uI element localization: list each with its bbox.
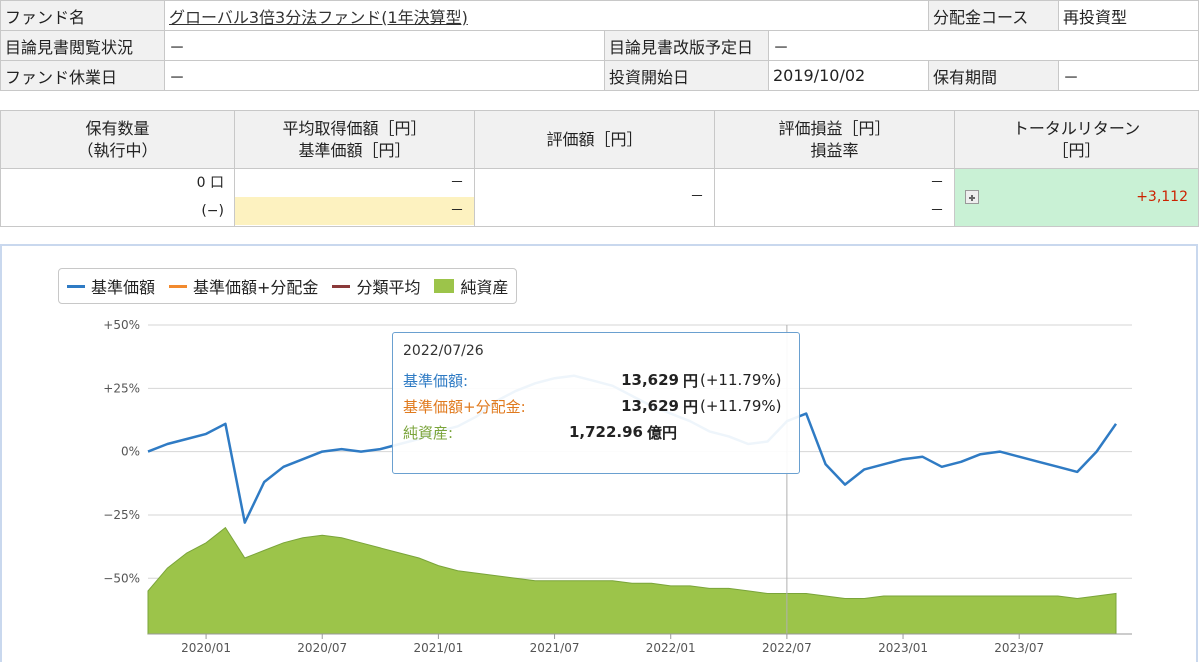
prospectus-revision-label: 目論見書改版予定日: [604, 30, 769, 61]
legend-item-net-assets[interactable]: 純資産: [434, 274, 508, 298]
total-return-cell: +3,112: [954, 168, 1199, 227]
legend-line-icon: [169, 284, 188, 288]
prospectus-status-value: －: [164, 30, 605, 61]
x-tick-label: 2021/01: [413, 641, 463, 655]
legend-line-icon: [332, 284, 351, 288]
fund-name-link[interactable]: グローバル3倍3分法ファンド(1年決算型): [169, 8, 468, 27]
legend-item-category-avg[interactable]: 分類平均: [332, 274, 420, 298]
fund-name-label: ファンド名: [0, 0, 165, 31]
chart-tooltip: 2022/07/26 基準価額: 13,629 円 (+11.79%) 基準価額…: [392, 332, 800, 474]
x-tick-label: 2023/07: [994, 641, 1044, 655]
total-return-header: トータルリターン ［円］: [954, 110, 1199, 169]
chart-legend: 基準価額 基準価額+分配金 分類平均 純資産: [58, 268, 518, 304]
x-tick-label: 2020/07: [297, 641, 347, 655]
tooltip-row-nav: 基準価額: 13,629 円 (+11.79%): [403, 371, 782, 390]
x-tick-label: 2020/01: [181, 641, 231, 655]
x-tick-label: 2022/07: [762, 641, 812, 655]
holiday-value: －: [164, 60, 605, 91]
y-tick-label: +50%: [103, 318, 140, 332]
fund-info-table: ファンド名 グローバル3倍3分法ファンド(1年決算型) 分配金コース 再投資型 …: [0, 0, 1200, 91]
chart-panel: +50% +25% 0% −25% −50% 2020/01 2020/07 2021/01 2…: [0, 244, 1198, 662]
start-date-label: 投資開始日: [604, 60, 769, 91]
y-tick-label: −25%: [103, 508, 140, 522]
y-tick-label: 0%: [121, 445, 140, 459]
holdings-table: 保有数量 （執行中） 平均取得価額［円］ 基準価額［円］ 評価額［円］ 評価損益［円…: [0, 110, 1199, 227]
holiday-label: ファンド休業日: [0, 60, 165, 91]
pnl-header: 評価損益［円］ 損益率: [714, 110, 955, 169]
prospectus-status-label: 目論見書閲覧状況: [0, 30, 165, 61]
pnl-cell: － －: [714, 168, 955, 227]
legend-area-icon: [434, 279, 455, 293]
qty-header: 保有数量 （執行中）: [0, 110, 235, 169]
total-return-value: +3,112: [1136, 189, 1188, 205]
y-tick-label: −50%: [103, 571, 140, 585]
avg-cost-cell: － －: [234, 168, 475, 227]
x-tick-label: 2023/01: [878, 641, 928, 655]
holding-period-value: －: [1058, 60, 1199, 91]
tooltip-date: 2022/07/26: [403, 343, 484, 359]
nav-value: －: [235, 197, 474, 225]
value-value: －: [690, 189, 704, 205]
dist-course-label: 分配金コース: [928, 0, 1059, 31]
net-assets-area: [147, 526, 1117, 635]
qty-pending-value: (−): [201, 203, 224, 219]
qty-cell: 0 口 (−): [0, 168, 235, 227]
pnl-rate-value: －: [930, 203, 944, 219]
value-cell: －: [474, 168, 715, 227]
dist-course-value: 再投資型: [1058, 0, 1199, 31]
x-tick-label: 2022/01: [646, 641, 696, 655]
tooltip-row-net-assets: 純資産: 1,722.96 億円: [403, 423, 678, 442]
pnl-value: －: [930, 175, 944, 191]
legend-item-nav-dist[interactable]: 基準価額+分配金: [169, 274, 318, 298]
avg-cost-value: －: [450, 175, 464, 191]
expand-plus-icon[interactable]: [965, 190, 979, 204]
avg-cost-header: 平均取得価額［円］ 基準価額［円］: [234, 110, 475, 169]
start-date-value: 2019/10/02: [768, 60, 929, 91]
prospectus-revision-value: －: [768, 30, 1199, 61]
qty-value: 0 口: [196, 175, 224, 191]
legend-line-icon: [67, 284, 85, 288]
value-header: 評価額［円］: [474, 110, 715, 169]
y-tick-label: +25%: [103, 381, 140, 395]
legend-item-nav[interactable]: 基準価額: [67, 274, 155, 298]
holding-period-label: 保有期間: [928, 60, 1059, 91]
tooltip-row-nav-dist: 基準価額+分配金: 13,629 円 (+11.79%): [403, 397, 782, 416]
x-tick-label: 2021/07: [530, 641, 580, 655]
